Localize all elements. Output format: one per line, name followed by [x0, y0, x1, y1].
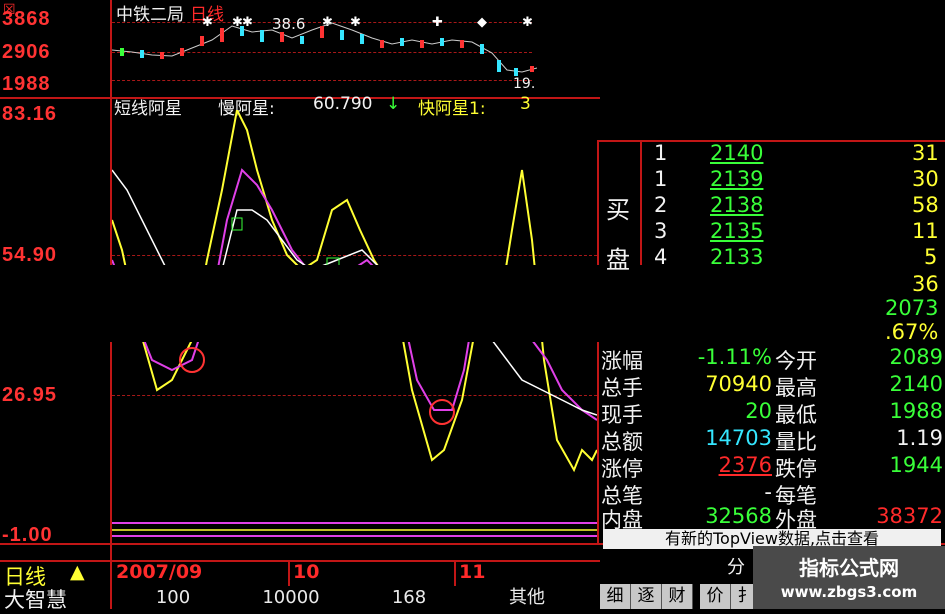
order-level: 3	[654, 219, 668, 243]
watermark-box: 指标公式网 www.zbgs3.com	[753, 546, 945, 609]
bottom-band	[112, 522, 597, 537]
quote-label: 涨停	[601, 457, 643, 481]
price-chart: ✱ ✱ ✱ ✱ ✱ ✚ ◆ ✱	[112, 15, 537, 76]
quote-label: 今开	[775, 349, 817, 373]
order-volume: 11	[912, 219, 939, 243]
footer-tab[interactable]: 168	[350, 586, 468, 609]
quote-value: 2089	[889, 345, 943, 369]
close-line	[112, 22, 537, 73]
date-tick	[288, 560, 290, 586]
signal-circle	[429, 399, 455, 425]
quote-value: 2376	[718, 453, 772, 477]
buy-label: 买	[606, 196, 630, 224]
date-label: 10	[293, 561, 320, 583]
price-axis-low: 1988	[2, 73, 51, 95]
watermark-url: www.zbgs3.com	[780, 583, 918, 601]
footer-tab[interactable]: 其他	[468, 586, 586, 609]
star-marker: ✱	[522, 15, 533, 30]
date-label: 2007/09	[116, 561, 203, 583]
order-price: 2135	[710, 219, 764, 243]
occlusion-band	[0, 265, 945, 342]
price-axis-top: 3868	[2, 8, 51, 30]
extra-value: 2073	[885, 296, 939, 320]
quote-value: 14703	[705, 426, 772, 450]
order-level: 1	[654, 167, 668, 191]
indicator-axis-4: -1.00	[2, 524, 53, 546]
order-volume: 30	[912, 167, 939, 191]
quote-label: 总手	[601, 376, 643, 400]
quote-value: 32568	[705, 504, 772, 528]
brand-label: 大智慧	[4, 588, 67, 612]
star-marker: ✱	[202, 15, 213, 30]
order-top-price: 2140	[710, 141, 764, 165]
finance-tab[interactable]: 财	[662, 584, 693, 609]
indicator-axis-2: 54.90	[2, 244, 58, 266]
price-axis-mid: 2906	[2, 41, 51, 63]
quote-value: -1.11%	[697, 345, 772, 369]
order-price: 2139	[710, 167, 764, 191]
date-label: 11	[459, 561, 486, 583]
order-level: 2	[654, 193, 668, 217]
quote-label: 总额	[601, 430, 643, 454]
indicator-axis-3: 26.95	[2, 384, 58, 406]
quote-label: 涨幅	[601, 349, 643, 373]
order-volume: 58	[912, 193, 939, 217]
detail-tab[interactable]: 细	[600, 584, 631, 609]
fen-label[interactable]: 分	[727, 553, 745, 579]
quote-value: 70940	[705, 372, 772, 396]
quote-value: 38372	[876, 504, 943, 528]
quote-value: 1944	[889, 453, 943, 477]
quote-label: 最高	[775, 376, 817, 400]
quote-label: 量比	[775, 430, 817, 454]
quote-value: 1.19	[896, 426, 943, 450]
order-level: 4	[654, 245, 668, 269]
date-tick	[454, 560, 456, 586]
quote-value: 20	[745, 399, 772, 423]
price-markers: ✱ ✱ ✱ ✱ ✱ ✚ ◆ ✱	[202, 15, 533, 30]
quote-label: 跌停	[775, 457, 817, 481]
order-volume: 5	[924, 245, 938, 269]
candles	[120, 26, 534, 76]
price-tab[interactable]: 价	[700, 584, 731, 609]
diamond-marker: ◆	[477, 15, 487, 30]
order-top-volume: 31	[912, 141, 939, 165]
order-top-row: 1	[654, 141, 668, 165]
quote-label: 最低	[775, 403, 817, 427]
star-marker: ✱	[350, 15, 361, 30]
indicator-axis-1: 83.16	[2, 103, 58, 125]
quote-label: 现手	[601, 403, 643, 427]
extra-value: 36	[912, 272, 939, 296]
watermark-title: 指标公式网	[799, 556, 899, 580]
plus-marker: ✚	[432, 15, 443, 30]
quote-value: 1988	[889, 399, 943, 423]
quote-value: -	[764, 480, 772, 504]
last-price-label: 19.	[513, 76, 536, 92]
close-price-label: 38.6	[272, 15, 306, 33]
footer-tab[interactable]: 10000	[232, 586, 350, 609]
buy-label-2: 盘	[606, 246, 630, 274]
tick-tab[interactable]: 逐	[631, 584, 662, 609]
book-top-border	[597, 140, 945, 142]
book-inner-divider	[640, 140, 642, 270]
extra-value: .67%	[885, 320, 939, 344]
quote-value: 2140	[889, 372, 943, 396]
order-price: 2133	[710, 245, 764, 269]
up-arrow-icon[interactable]: ▲	[70, 561, 85, 583]
footer-tab[interactable]: 100	[114, 586, 232, 609]
order-price: 2138	[710, 193, 764, 217]
